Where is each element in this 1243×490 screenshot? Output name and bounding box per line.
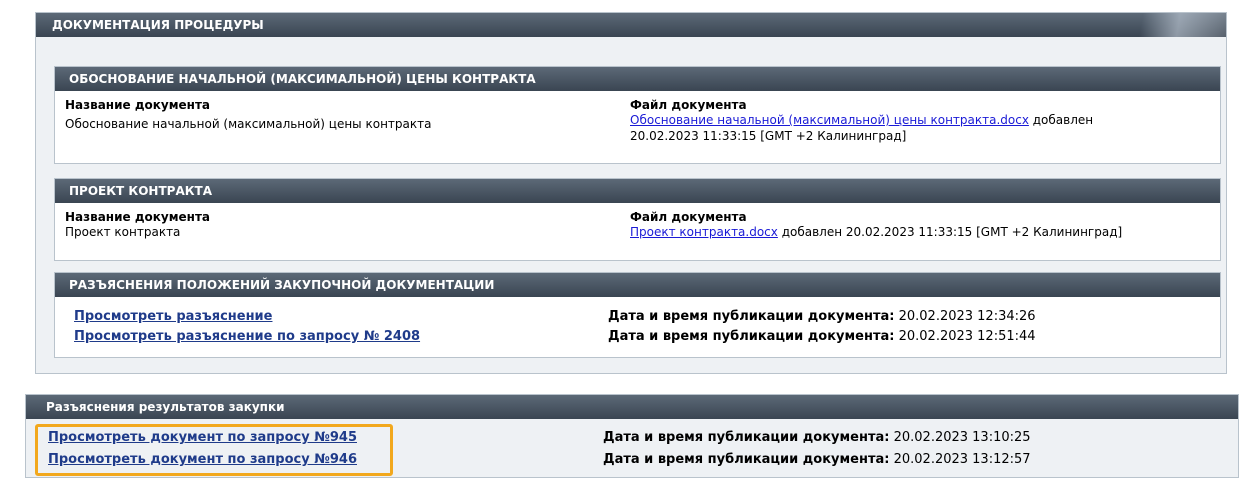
clarification-date-label-2: Дата и время публикации документа: bbox=[608, 329, 895, 344]
nmck-file-link[interactable]: Обоснование начальной (максимальной) цен… bbox=[630, 113, 1029, 127]
nmck-subpanel: ОБОСНОВАНИЕ НАЧАЛЬНОЙ (МАКСИМАЛЬНОЙ) ЦЕН… bbox=[54, 66, 1221, 164]
project-doc-name: Проект контракта bbox=[65, 225, 181, 239]
clarification-link-2[interactable]: Просмотреть разъяснение по запросу № 240… bbox=[74, 329, 420, 344]
clarifications-title: РАЗЪЯСНЕНИЯ ПОЛОЖЕНИЙ ЗАКУПОЧНОЙ ДОКУМЕН… bbox=[69, 278, 495, 292]
project-file-link[interactable]: Проект контракта.docx bbox=[630, 225, 778, 239]
nmck-added-date: 20.02.2023 11:33:15 [GMT +2 Калининград] bbox=[630, 129, 907, 143]
clarification-date-2: Дата и время публикации документа: 20.02… bbox=[608, 329, 1036, 344]
result-date-946: Дата и время публикации документа: 20.02… bbox=[603, 452, 1031, 467]
procedure-documentation-header: ДОКУМЕНТАЦИЯ ПРОЦЕДУРЫ bbox=[36, 13, 1226, 37]
project-file-line: Проект контракта.docx добавлен 20.02.202… bbox=[630, 225, 1122, 239]
clarification-date-value-1: 20.02.2023 12:34:26 bbox=[894, 309, 1036, 324]
result-date-945: Дата и время публикации документа: 20.02… bbox=[603, 430, 1031, 445]
header-decoration bbox=[1106, 13, 1226, 37]
clarifications-subpanel: РАЗЪЯСНЕНИЯ ПОЛОЖЕНИЙ ЗАКУПОЧНОЙ ДОКУМЕН… bbox=[54, 272, 1221, 358]
project-title: ПРОЕКТ КОНТРАКТА bbox=[69, 184, 213, 198]
project-header: ПРОЕКТ КОНТРАКТА bbox=[55, 179, 1220, 203]
result-date-value-945: 20.02.2023 13:10:25 bbox=[889, 430, 1031, 445]
nmck-added-text: добавлен bbox=[1028, 113, 1094, 127]
clarification-date-value-2: 20.02.2023 12:51:44 bbox=[894, 329, 1036, 344]
clarification-link-1[interactable]: Просмотреть разъяснение bbox=[74, 309, 272, 324]
project-subpanel: ПРОЕКТ КОНТРАКТА Название документа Прое… bbox=[54, 178, 1221, 261]
result-date-label-945: Дата и время публикации документа: bbox=[603, 430, 890, 445]
results-header: Разъяснения результатов закупки bbox=[26, 395, 1238, 419]
project-added-text: добавлен 20.02.2023 11:33:15 [GMT +2 Кал… bbox=[777, 225, 1123, 239]
results-clarifications-panel: Разъяснения результатов закупки Просмотр… bbox=[25, 394, 1239, 478]
result-link-946[interactable]: Просмотреть документ по запросу №946 bbox=[48, 452, 357, 467]
procedure-documentation-title: ДОКУМЕНТАЦИЯ ПРОЦЕДУРЫ bbox=[52, 18, 264, 32]
clarification-date-label-1: Дата и время публикации документа: bbox=[608, 309, 895, 324]
clarification-date-1: Дата и время публикации документа: 20.02… bbox=[608, 309, 1036, 324]
result-date-label-946: Дата и время публикации документа: bbox=[603, 452, 890, 467]
results-title: Разъяснения результатов закупки bbox=[46, 400, 285, 414]
procedure-documentation-panel: ДОКУМЕНТАЦИЯ ПРОЦЕДУРЫ ОБОСНОВАНИЕ НАЧАЛ… bbox=[35, 12, 1227, 374]
nmck-doc-name: Обоснование начальной (максимальной) цен… bbox=[65, 117, 432, 131]
result-date-value-946: 20.02.2023 13:12:57 bbox=[889, 452, 1031, 467]
project-doc-name-label: Название документа bbox=[65, 210, 211, 224]
nmck-header: ОБОСНОВАНИЕ НАЧАЛЬНОЙ (МАКСИМАЛЬНОЙ) ЦЕН… bbox=[55, 67, 1220, 91]
result-link-945[interactable]: Просмотреть документ по запросу №945 bbox=[48, 430, 357, 445]
nmck-file-line: Обоснование начальной (максимальной) цен… bbox=[630, 113, 1093, 127]
nmck-doc-name-label: Название документа bbox=[65, 98, 211, 112]
nmck-file-label: Файл документа bbox=[630, 98, 747, 112]
nmck-title: ОБОСНОВАНИЕ НАЧАЛЬНОЙ (МАКСИМАЛЬНОЙ) ЦЕН… bbox=[69, 72, 536, 86]
project-file-label: Файл документа bbox=[630, 210, 747, 224]
clarifications-header: РАЗЪЯСНЕНИЯ ПОЛОЖЕНИЙ ЗАКУПОЧНОЙ ДОКУМЕН… bbox=[55, 273, 1220, 297]
